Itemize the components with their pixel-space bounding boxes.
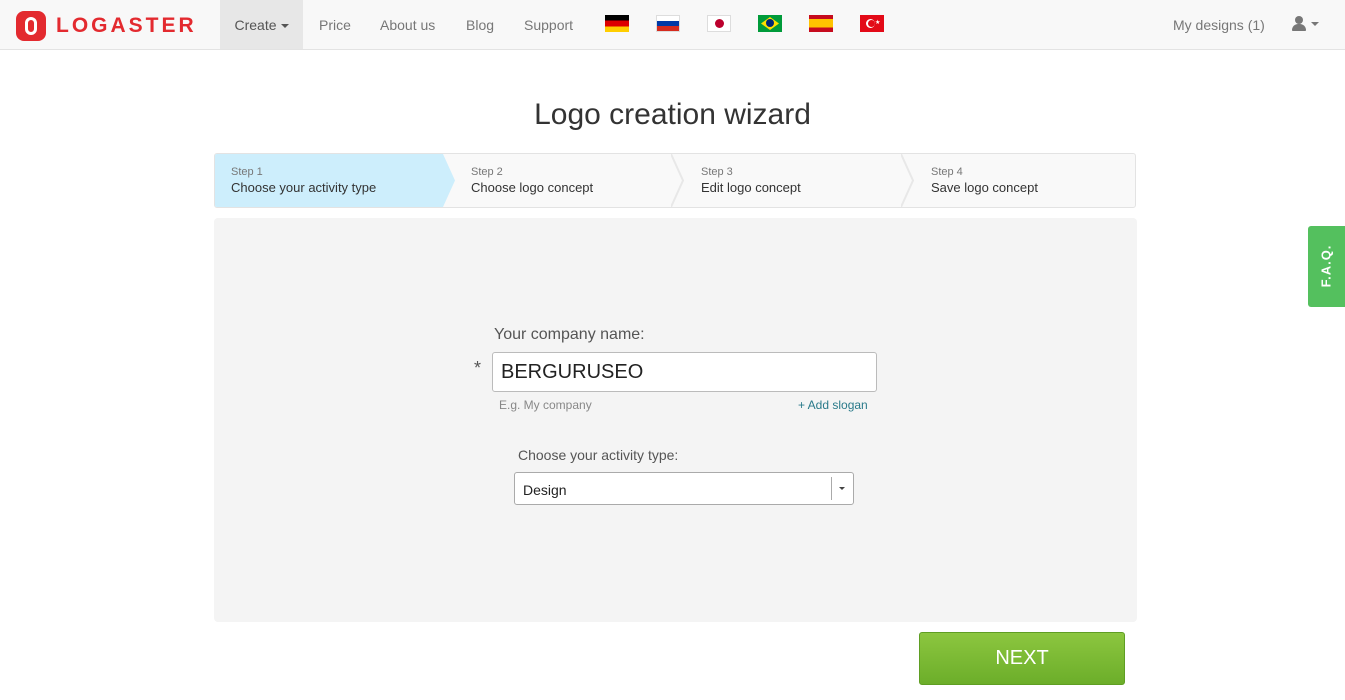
step-number: Step 2 [471,166,503,178]
wizard-steps: Step 1 Choose your activity type Step 2 … [214,153,1136,208]
flag-spain-icon[interactable] [809,15,833,32]
user-menu[interactable] [1291,16,1319,32]
flag-japan-icon[interactable] [707,15,731,32]
flag-turkey-icon[interactable]: ★ [860,15,884,32]
nav-about-link[interactable]: About us [380,0,435,49]
company-name-hint: E.g. My company [499,398,592,412]
nav-price-link[interactable]: Price [319,0,351,49]
step-3: Step 3 Edit logo concept [685,154,915,207]
select-divider [831,477,832,500]
step-number: Step 3 [701,166,733,178]
add-slogan-link[interactable]: + Add slogan [798,398,868,412]
page-title: Logo creation wizard [534,98,811,132]
step-2: Step 2 Choose logo concept [455,154,685,207]
nav-blog-link[interactable]: Blog [466,0,494,49]
top-navbar: LOGASTER Create Price About us Blog Supp… [0,0,1345,50]
step-1: Step 1 Choose your activity type [215,154,455,207]
chevron-down-icon [839,487,845,490]
activity-type-label: Choose your activity type: [518,447,679,463]
step-number: Step 1 [231,166,263,178]
chevron-down-icon [1311,22,1319,26]
step-separator [671,154,685,207]
brand-name: LOGASTER [56,14,197,37]
nav-create-label: Create [234,17,277,33]
company-name-input[interactable] [492,352,877,392]
my-designs-link[interactable]: My designs (1) [1173,0,1265,50]
step-label: Choose your activity type [231,180,377,195]
logo-mark-icon [16,11,46,41]
step-label: Save logo concept [931,180,1038,195]
activity-type-select[interactable]: Design [514,472,854,505]
faq-label: F.A.Q. [1318,244,1334,288]
step-label: Edit logo concept [701,180,801,195]
chevron-down-icon [280,24,289,29]
step-separator [901,154,915,207]
brand-logo[interactable]: LOGASTER [16,11,197,41]
nav-support-link[interactable]: Support [524,0,573,49]
required-mark: * [474,358,482,378]
form-panel [214,218,1137,622]
step-4: Step 4 Save logo concept [915,154,1135,207]
flag-brazil-icon[interactable] [758,15,782,32]
nav-create-menu[interactable]: Create [220,0,303,49]
next-button[interactable]: NEXT [919,632,1125,685]
flag-germany-icon[interactable] [605,15,629,32]
faq-tab[interactable]: F.A.Q. [1308,226,1345,307]
step-number: Step 4 [931,166,963,178]
company-name-label: Your company name: [494,326,645,343]
activity-type-value: Design [523,482,567,498]
flag-russia-icon[interactable] [656,15,680,32]
step-label: Choose logo concept [471,180,594,195]
user-icon [1291,16,1307,32]
